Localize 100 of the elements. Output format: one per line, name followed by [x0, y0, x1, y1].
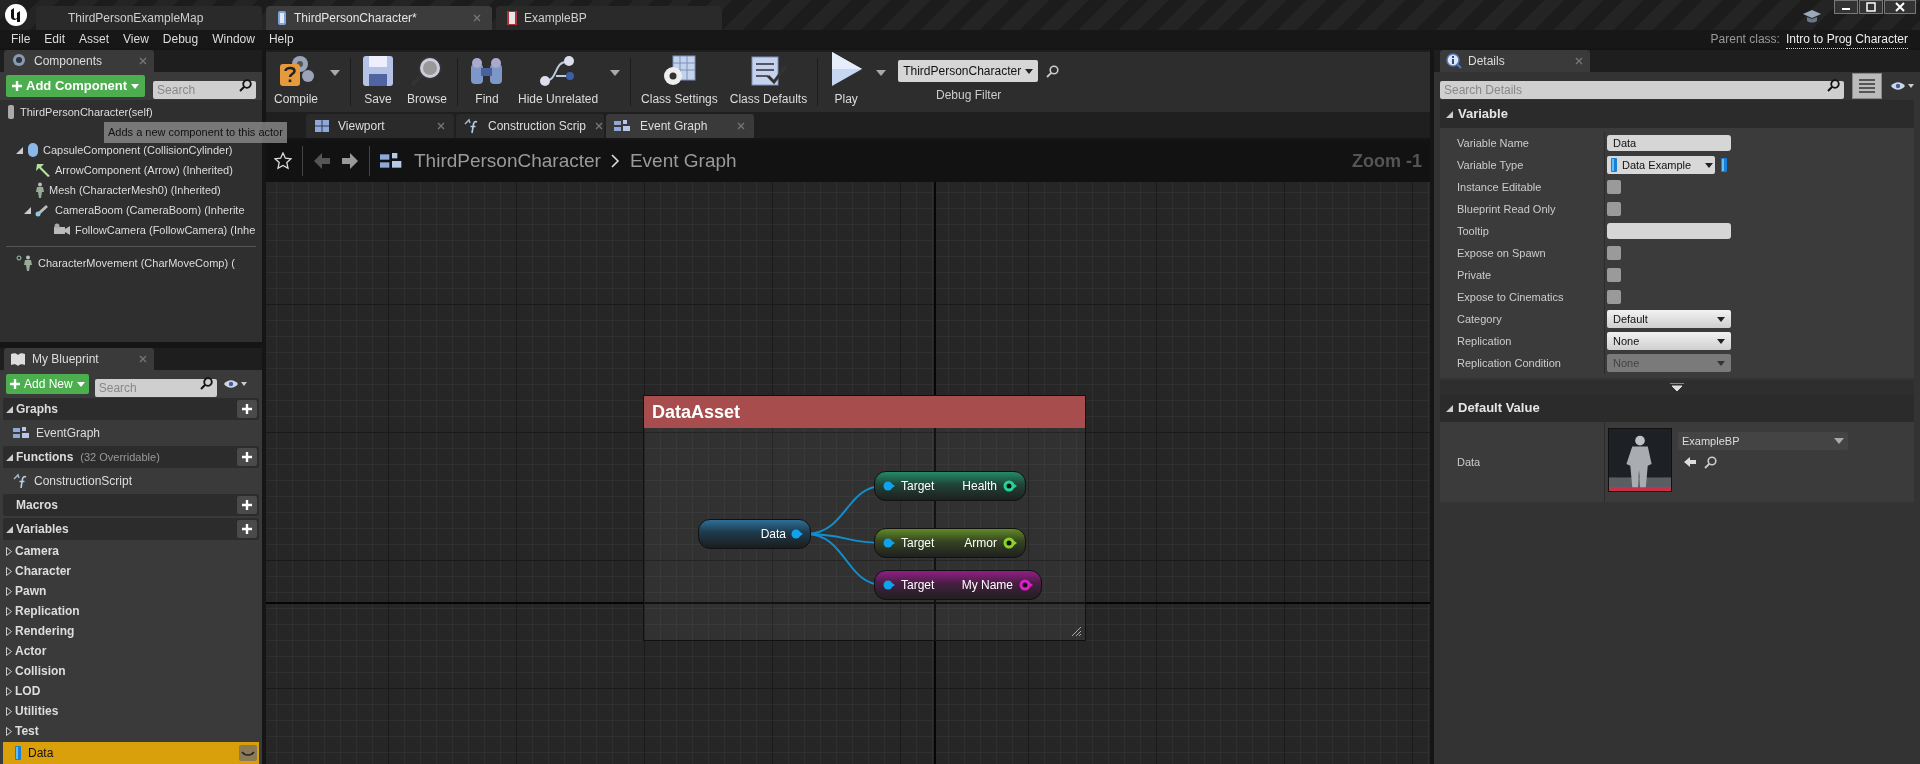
hide-unrelated-button[interactable]: Hide Unrelated	[512, 52, 605, 112]
section-header[interactable]: Functions (32 Overridable)	[3, 446, 259, 468]
menu-item[interactable]: Debug	[155, 30, 206, 48]
debug-object-dropdown[interactable]: ThirdPersonCharacter	[898, 60, 1039, 82]
resize-handle-icon[interactable]	[1070, 625, 1082, 637]
visibility-icon[interactable]	[222, 379, 247, 389]
browse-button[interactable]: Browse	[401, 52, 454, 112]
tree-item[interactable]: CapsuleComponent (CollisionCylinder)	[0, 140, 262, 160]
menu-item[interactable]: Window	[205, 30, 262, 48]
find-button[interactable]: Find	[462, 52, 513, 112]
search-icon[interactable]	[1704, 456, 1717, 469]
parent-class-link[interactable]: Intro to Prog Character	[1785, 29, 1908, 49]
list-item[interactable]: EventGraph	[3, 422, 259, 444]
panel-tab[interactable]: My Blueprint	[4, 348, 154, 370]
panel-tab[interactable]: Details	[1440, 50, 1590, 72]
text-field[interactable]	[1607, 223, 1731, 239]
close-icon[interactable]	[1574, 56, 1584, 66]
tree-item[interactable]: ArrowComponent (Arrow) (Inherited)	[0, 160, 262, 180]
pin-icon[interactable]	[1019, 579, 1033, 591]
expanded-triangle-icon[interactable]	[24, 206, 31, 214]
dropdown[interactable]: None	[1607, 332, 1731, 350]
checkbox[interactable]	[1607, 268, 1621, 282]
variable-type-icon[interactable]	[239, 745, 257, 761]
list-item[interactable]: ConstructionScript	[3, 470, 259, 492]
tree-item[interactable]: CharacterMovement (CharMoveComp) (	[0, 253, 262, 273]
tree-item[interactable]: Mesh (CharacterMesh0) (Inherited)	[0, 180, 262, 200]
section-header[interactable]: Default Value	[1440, 394, 1914, 422]
tree-item[interactable]: FollowCamera (FollowCamera) (Inhe	[0, 220, 262, 240]
pin-icon[interactable]	[883, 538, 895, 548]
left-arrow-icon[interactable]	[1684, 456, 1696, 468]
dropdown[interactable]: Default	[1607, 310, 1731, 328]
expanded-triangle-icon[interactable]	[16, 146, 23, 154]
star-icon[interactable]	[274, 152, 292, 170]
category-item[interactable]: Utilities	[3, 702, 259, 720]
list-item[interactable]: Data	[3, 742, 259, 764]
minimize-button[interactable]	[1834, 0, 1858, 14]
category-item[interactable]: Rendering	[3, 622, 259, 640]
pin-icon[interactable]	[883, 580, 895, 590]
document-tab[interactable]: ExampleBP	[496, 6, 722, 30]
search-field[interactable]: Search	[94, 379, 217, 397]
close-icon[interactable]	[138, 56, 148, 66]
menu-item[interactable]: View	[116, 30, 156, 48]
expand-advanced-icon[interactable]	[1670, 383, 1684, 391]
getter-node[interactable]: Target My Name	[874, 570, 1042, 600]
visibility-icon[interactable]	[1890, 81, 1914, 91]
category-item[interactable]: Replication	[3, 602, 259, 620]
section-header[interactable]: Graphs	[3, 398, 259, 420]
section-header[interactable]: Variable	[1440, 100, 1914, 128]
checkbox[interactable]	[1607, 202, 1621, 216]
menu-item[interactable]: Asset	[72, 30, 117, 48]
add-button[interactable]	[237, 448, 257, 466]
text-field[interactable]: Data	[1607, 135, 1731, 151]
menu-item[interactable]: Edit	[37, 30, 73, 48]
back-arrow-icon[interactable]	[313, 152, 331, 170]
category-item[interactable]: Collision	[3, 662, 259, 680]
category-item[interactable]: Camera	[3, 542, 259, 560]
breadcrumb-link[interactable]: ThirdPersonCharacter	[414, 146, 601, 176]
add-button[interactable]	[237, 496, 257, 514]
section-header[interactable]: Macros	[3, 494, 259, 516]
document-tab[interactable]: ThirdPersonCharacter*	[266, 6, 492, 30]
tree-item[interactable]: ThirdPersonCharacter(self)	[0, 102, 262, 122]
graph-tab[interactable]: Viewport	[306, 114, 454, 138]
forward-arrow-icon[interactable]	[341, 152, 359, 170]
category-item[interactable]: Pawn	[3, 582, 259, 600]
pin-icon[interactable]	[1003, 480, 1017, 492]
section-header[interactable]: Variables	[3, 518, 259, 540]
category-item[interactable]: Test	[3, 722, 259, 740]
class-settings-button[interactable]: Class Settings	[635, 52, 724, 112]
menu-item[interactable]: Help	[261, 30, 301, 48]
compile-button[interactable]: Compile	[268, 52, 324, 112]
class-defaults-button[interactable]: Class Defaults	[723, 52, 814, 112]
close-icon[interactable]	[472, 13, 482, 23]
search-field[interactable]: Search Details	[1440, 81, 1844, 99]
pin-icon[interactable]	[1003, 537, 1017, 549]
graph-tab[interactable]: Construction Scrip	[456, 114, 604, 138]
pin-icon[interactable]	[791, 529, 803, 539]
restore-button[interactable]	[1859, 0, 1883, 14]
search-field[interactable]: Search	[153, 81, 256, 99]
close-icon[interactable]	[138, 354, 148, 364]
add-button[interactable]	[237, 400, 257, 418]
graph-tab[interactable]: Event Graph	[606, 114, 754, 138]
type-dropdown[interactable]: Data Example	[1607, 156, 1715, 174]
variable-node[interactable]: Data	[698, 519, 811, 549]
panel-tab[interactable]: Components	[4, 50, 154, 72]
category-item[interactable]: LOD	[3, 682, 259, 700]
menu-item[interactable]: File	[4, 30, 38, 48]
close-icon[interactable]	[736, 121, 746, 131]
category-item[interactable]: Character	[3, 562, 259, 580]
checkbox[interactable]	[1607, 290, 1621, 304]
category-item[interactable]: Actor	[3, 642, 259, 660]
engine-logo[interactable]	[4, 3, 28, 27]
search-icon[interactable]	[1046, 64, 1060, 78]
tree-item[interactable]: CameraBoom (CameraBoom) (Inherite	[0, 200, 262, 220]
list-view-icon[interactable]	[1852, 73, 1882, 99]
close-icon[interactable]	[594, 121, 605, 131]
checkbox[interactable]	[1607, 246, 1621, 260]
document-tab[interactable]: ThirdPersonExampleMap	[36, 6, 262, 30]
getter-node[interactable]: Target Health	[874, 471, 1026, 501]
close-icon[interactable]	[436, 121, 446, 131]
pin-icon[interactable]	[883, 481, 895, 491]
